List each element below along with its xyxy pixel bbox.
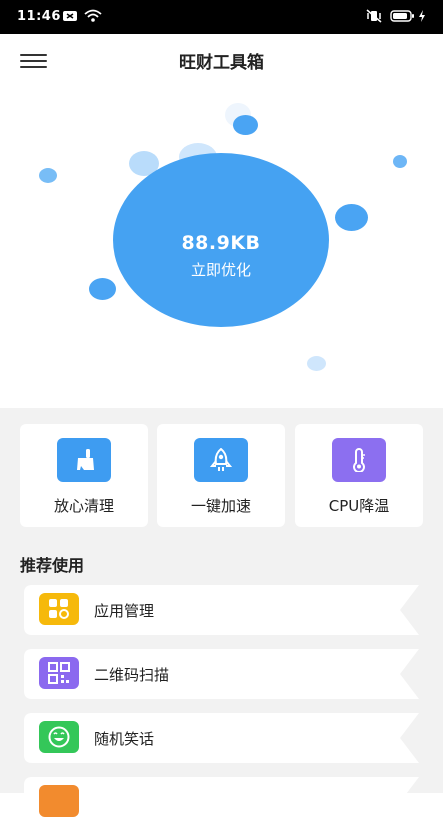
status-time: 11:46 (17, 9, 61, 24)
junk-size-text: 88.9KB (181, 232, 261, 254)
section-title-recommend: 推荐使用 (20, 556, 85, 575)
rocket-icon (194, 438, 248, 482)
optimize-label: 立即优化 (190, 261, 251, 279)
charging-icon (419, 10, 425, 22)
decor-bubble (307, 356, 326, 371)
list-item-label: 随机笑话 (94, 730, 155, 748)
tool-label: 放心清理 (53, 497, 114, 515)
apps-grid-icon (39, 593, 79, 625)
list-item-qr-scan[interactable]: 二维码扫描 (24, 649, 419, 699)
list-item-background (24, 585, 419, 635)
decor-bubble (335, 204, 368, 231)
list-item-background (24, 649, 419, 699)
list-item-background (24, 713, 419, 763)
decor-bubble (39, 168, 57, 183)
mute-vibrate-icon (366, 9, 382, 23)
status-bar: 11:46 (0, 0, 443, 34)
decor-bubble (233, 115, 258, 135)
qr-code-icon (39, 657, 79, 689)
app-header: 旺财工具箱 (0, 34, 443, 86)
page-title: 旺财工具箱 (179, 53, 264, 73)
list-item-jokes[interactable]: 随机笑话 (24, 713, 419, 763)
battery-icon (390, 10, 414, 22)
message-icon (63, 11, 77, 21)
decor-bubble (393, 155, 407, 168)
thermometer-icon (332, 438, 386, 482)
smile-icon (39, 721, 79, 753)
wifi-icon (84, 9, 102, 22)
app-icon (39, 785, 79, 817)
broom-icon (57, 438, 111, 482)
tool-label: CPU降温 (328, 497, 390, 515)
tool-label: 一键加速 (190, 497, 251, 515)
list-item-label: 二维码扫描 (94, 666, 170, 684)
optimize-button[interactable]: 88.9KB 立即优化 (113, 153, 329, 327)
decor-bubble (89, 278, 116, 300)
list-item-app-manager[interactable]: 应用管理 (24, 585, 419, 635)
tool-card-speedup[interactable]: 一键加速 (157, 424, 285, 527)
tool-card-cpu-cool[interactable]: CPU降温 (295, 424, 423, 527)
list-item-partial[interactable] (24, 777, 419, 827)
list-item-background (24, 777, 419, 827)
tool-card-clean[interactable]: 放心清理 (20, 424, 148, 527)
list-item-label: 应用管理 (94, 602, 155, 620)
